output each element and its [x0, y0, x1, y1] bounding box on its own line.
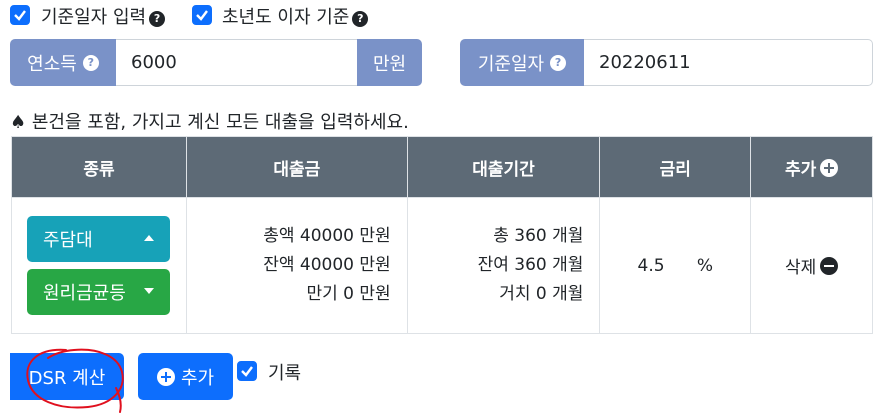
- record-checkbox[interactable]: [237, 361, 257, 381]
- income-input[interactable]: 6000: [116, 39, 357, 86]
- manual-date-label: 기준일자 입력?: [41, 3, 166, 29]
- period-total[interactable]: 총 360 개월: [408, 222, 583, 251]
- amount-total[interactable]: 총액 40000 만원: [187, 222, 390, 251]
- income-input-group: 연소득? 6000 만원: [10, 39, 422, 86]
- rate-input[interactable]: 4.5: [638, 256, 678, 276]
- delete-cell[interactable]: 삭제: [750, 197, 873, 334]
- help-icon[interactable]: ?: [352, 11, 369, 27]
- rate-unit: %: [696, 255, 714, 276]
- header-add[interactable]: 추가: [750, 136, 873, 198]
- loan-table: 종류 대출금 대출기간 금리 추가 주담대 원리금균등 총액 40000 만원 …: [11, 136, 873, 334]
- record-label: 기록: [268, 363, 302, 384]
- plus-circle-icon: [156, 367, 175, 386]
- income-label: 연소득?: [10, 39, 116, 86]
- help-icon[interactable]: ?: [550, 54, 567, 71]
- caret-down-icon: [144, 288, 154, 294]
- header-period: 대출기간: [406, 136, 601, 198]
- dsr-calc-button[interactable]: DSR 계산: [10, 353, 124, 400]
- check-icon: [196, 10, 208, 21]
- check-icon: [241, 366, 253, 377]
- repayment-type-select[interactable]: 원리금균등: [27, 269, 170, 315]
- table-row: 주담대 원리금균등 총액 40000 만원 잔액 40000 만원 만기 0 만…: [11, 197, 873, 334]
- type-cell: 주담대 원리금균등: [11, 197, 187, 334]
- base-date-input-group: 기준일자? 20220611: [460, 39, 873, 86]
- amount-remaining[interactable]: 잔액 40000 만원: [187, 251, 390, 280]
- base-date-input[interactable]: 20220611: [584, 39, 873, 86]
- plus-circle-icon[interactable]: [820, 158, 839, 177]
- caret-up-icon: [144, 235, 154, 241]
- help-icon[interactable]: ?: [149, 11, 166, 27]
- header-amount: 대출금: [185, 136, 408, 198]
- add-loan-button[interactable]: 추가: [138, 353, 233, 400]
- base-date-label: 기준일자?: [460, 39, 584, 86]
- help-icon[interactable]: ?: [82, 54, 99, 71]
- income-unit: 만원: [357, 39, 422, 86]
- first-year-interest-checkbox[interactable]: [192, 5, 212, 25]
- period-cell: 총 360 개월 잔여 360 개월 거치 0 개월: [406, 197, 601, 334]
- header-rate: 금리: [599, 136, 752, 198]
- header-type: 종류: [11, 136, 187, 198]
- period-remaining[interactable]: 잔여 360 개월: [408, 251, 584, 280]
- amount-cell: 총액 40000 만원 잔액 40000 만원 만기 0 만원: [185, 197, 408, 334]
- notice-text: ♠ 본건을 포함, 가지고 계신 모든 대출을 입력하세요.: [10, 112, 409, 133]
- rate-cell: 4.5 %: [599, 197, 752, 334]
- check-icon: [14, 10, 26, 21]
- minus-circle-icon[interactable]: [820, 257, 839, 275]
- table-header-row: 종류 대출금 대출기간 금리 추가: [11, 136, 873, 198]
- loan-type-select[interactable]: 주담대: [27, 216, 170, 262]
- amount-maturity[interactable]: 만기 0 만원: [187, 280, 390, 309]
- period-grace[interactable]: 거치 0 개월: [408, 280, 583, 309]
- first-year-interest-label: 초년도 이자 기준?: [222, 3, 369, 29]
- manual-date-checkbox[interactable]: [10, 5, 30, 25]
